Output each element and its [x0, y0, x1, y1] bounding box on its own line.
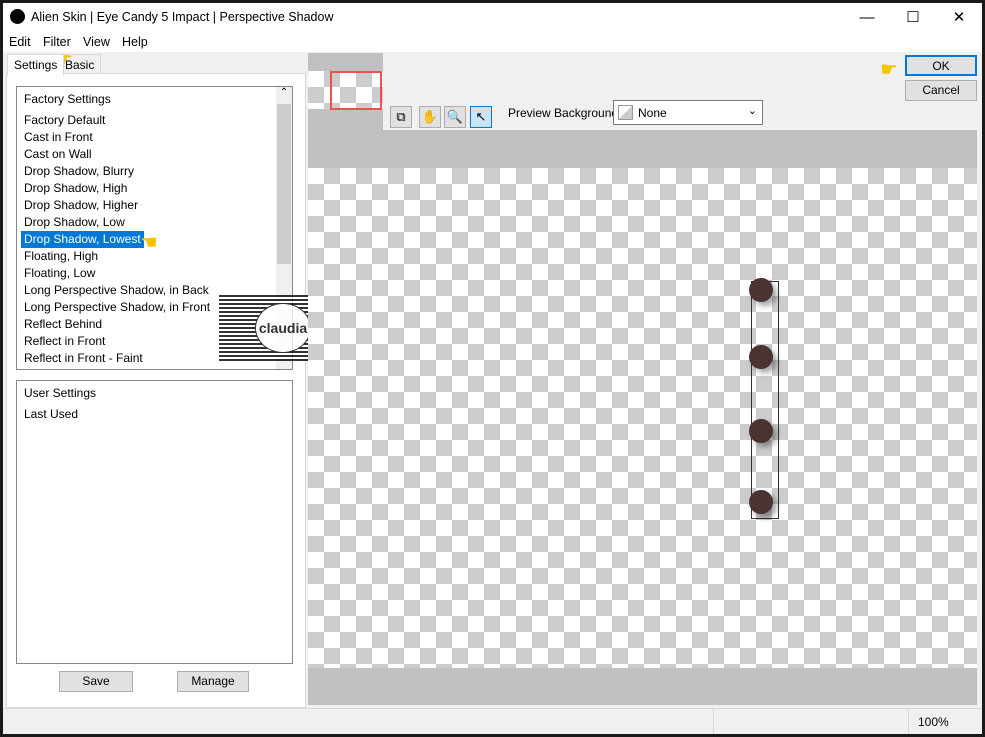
tab-settings[interactable]: Settings [7, 54, 65, 75]
zoom-icon[interactable]: 🔍 [444, 106, 466, 128]
shape-dot [749, 490, 773, 514]
manage-button[interactable]: Manage [177, 671, 249, 692]
list-item[interactable]: Last Used [23, 406, 79, 423]
maximize-button[interactable]: ☐ [890, 3, 936, 32]
zoom-level: 100% [918, 715, 949, 729]
list-header: Factory Settings [24, 92, 111, 106]
scroll-thumb[interactable] [277, 104, 291, 264]
scroll-up-icon[interactable]: ⌃ [276, 87, 292, 98]
alien-skin-icon [10, 9, 25, 24]
close-button[interactable]: ✕ [936, 3, 982, 32]
menu-edit[interactable]: Edit [9, 35, 31, 49]
title-bar: Alien Skin | Eye Candy 5 Impact | Perspe… [3, 3, 982, 32]
list-item[interactable]: Drop Shadow, High [23, 180, 128, 197]
pointer-icon[interactable]: ↖ [470, 106, 492, 128]
list-header: User Settings [24, 386, 97, 400]
checker-swatch-icon [618, 105, 633, 120]
watermark-text: claudia [255, 303, 311, 353]
hand-icon[interactable]: ✋ [419, 106, 441, 128]
list-item[interactable]: Cast in Front [23, 129, 94, 146]
list-item[interactable]: Floating, Low [23, 265, 96, 282]
preview-area[interactable] [308, 130, 977, 705]
window-title: Alien Skin | Eye Candy 5 Impact | Perspe… [31, 10, 334, 24]
shape-dot [749, 345, 773, 369]
list-item[interactable]: Reflect in Front [23, 333, 106, 350]
list-item[interactable]: Floating, High [23, 248, 99, 265]
preview-toggle-icon[interactable]: ⧉ [390, 106, 412, 128]
list-item[interactable]: Factory Default [23, 112, 106, 129]
save-button[interactable]: Save [59, 671, 133, 692]
menu-view[interactable]: View [83, 35, 110, 49]
settings-panel: Factory Settings Factory Default Cast in … [6, 73, 306, 708]
preview-canvas[interactable] [308, 168, 977, 668]
shape-dot [749, 419, 773, 443]
list-item[interactable]: Drop Shadow, Low [23, 214, 126, 231]
preview-background-label: Preview Background: [508, 106, 622, 120]
minimize-button[interactable]: — [844, 3, 890, 32]
preview-background-value: None [638, 106, 667, 120]
list-item[interactable]: Long Perspective Shadow, in Back [23, 282, 210, 299]
menu-bar: Edit Filter View Help [3, 32, 982, 52]
list-item[interactable]: Long Perspective Shadow, in Front [23, 299, 211, 316]
shape-dot [749, 278, 773, 302]
menu-help[interactable]: Help [122, 35, 148, 49]
list-item[interactable]: Drop Shadow, Higher [23, 197, 139, 214]
navigator-frame[interactable] [330, 71, 382, 110]
navigator-thumbnail[interactable] [308, 53, 383, 130]
pointing-hand-icon: ☛ [880, 59, 898, 81]
ok-button[interactable]: OK [905, 55, 977, 76]
pointing-hand-icon: ☚ [140, 232, 158, 254]
list-item[interactable]: Reflect Behind [23, 316, 103, 333]
list-item[interactable]: Reflect in Front - Faint [23, 350, 144, 367]
user-settings-list[interactable]: User Settings Last Used [16, 380, 293, 664]
list-item[interactable]: Drop Shadow, Blurry [23, 163, 135, 180]
cancel-button[interactable]: Cancel [905, 80, 977, 101]
list-item[interactable]: Drop Shadow, Lowest [21, 231, 144, 248]
preview-background-select[interactable]: None ⌄ [613, 100, 763, 125]
chevron-down-icon: ⌄ [747, 105, 757, 117]
list-item[interactable]: Cast on Wall [23, 146, 93, 163]
status-bar: 100% [3, 708, 982, 734]
selection-bounding-box[interactable] [751, 281, 779, 519]
app-window: Alien Skin | Eye Candy 5 Impact | Perspe… [3, 3, 982, 734]
